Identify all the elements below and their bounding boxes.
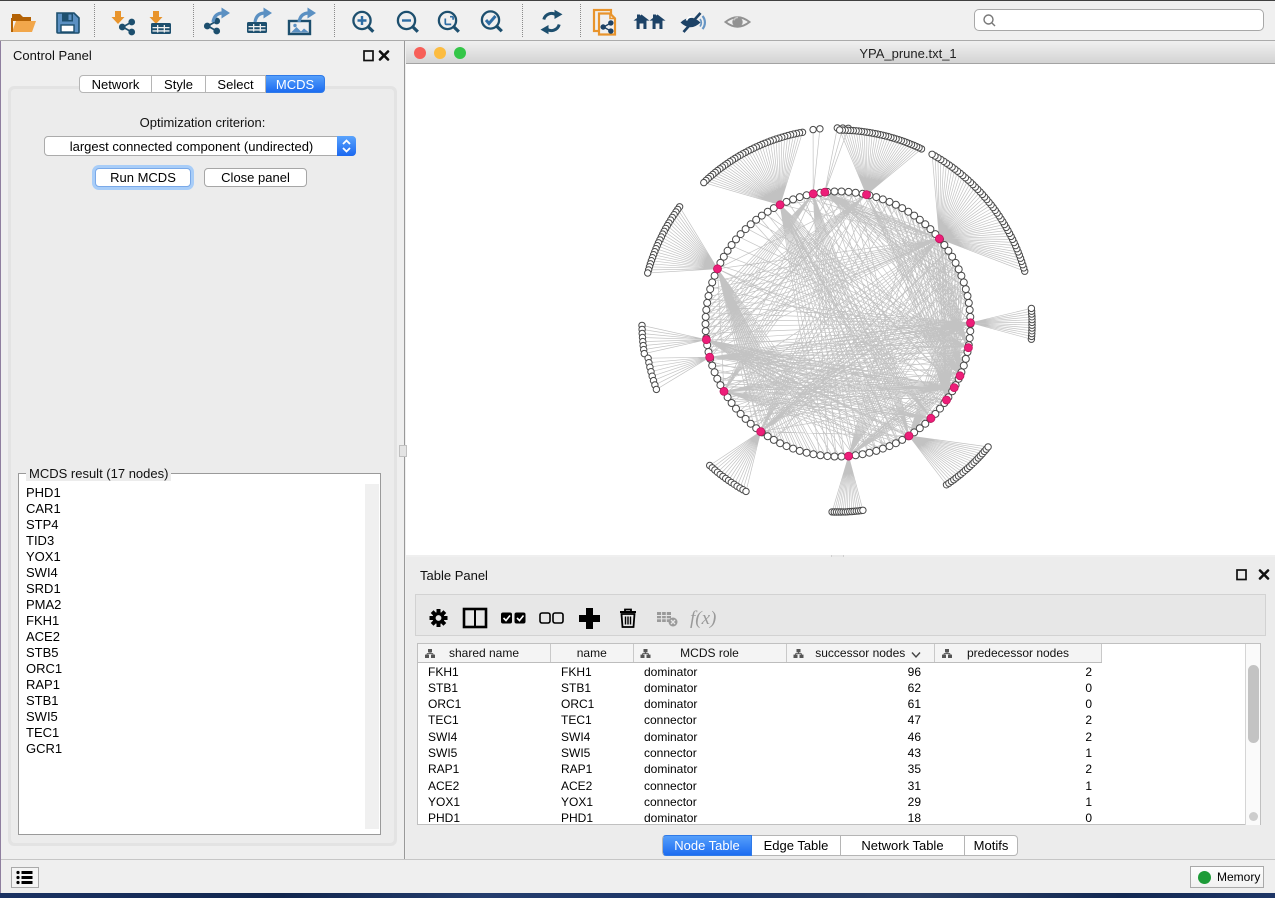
svg-text:f(x): f(x)	[690, 608, 716, 629]
